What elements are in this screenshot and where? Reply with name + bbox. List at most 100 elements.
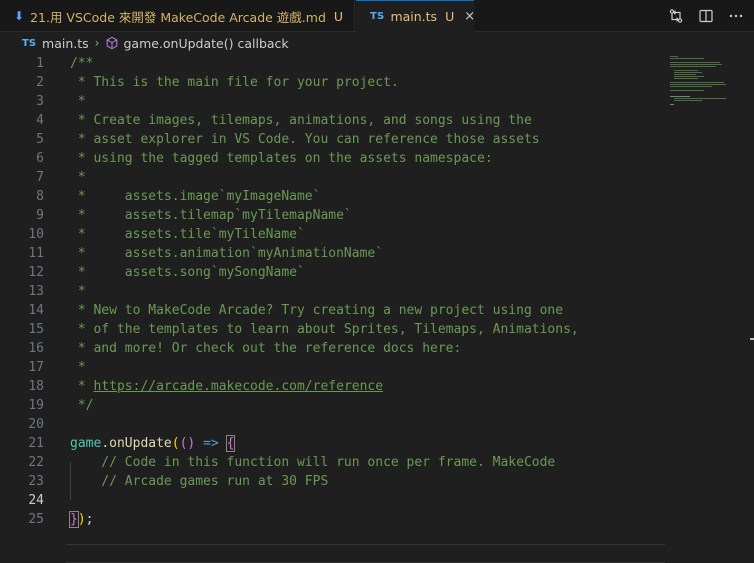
more-actions-icon[interactable] — [726, 6, 746, 26]
code-text: * assets.tile`myTileName` — [70, 227, 305, 242]
minimap-line — [670, 56, 678, 57]
code-text: // Code in this function will run once p… — [70, 455, 556, 470]
minimap-line — [670, 66, 716, 67]
tab-readme-md[interactable]: ⬇ 21.用 VSCode 來開發 MakeCode Arcade 遊戲.md … — [0, 0, 355, 32]
code-text: * assets.image`myImageName` — [70, 189, 321, 204]
minimap-line — [674, 78, 698, 79]
typescript-file-icon: TS — [22, 37, 37, 49]
code-line: 17 * — [0, 358, 665, 377]
token-params: () — [179, 436, 196, 451]
line-number: 14 — [28, 303, 44, 318]
tab-title: main.ts — [390, 9, 438, 24]
minimap-line — [670, 96, 690, 97]
code-line: 9 * assets.tilemap`myTilemapName` — [0, 206, 665, 225]
code-line: 10 * assets.tile`myTileName` — [0, 225, 665, 244]
line-number: 17 — [28, 360, 44, 375]
line-number: 15 — [28, 322, 44, 337]
code-text: }); — [69, 510, 94, 529]
code-line: 12 * assets.song`mySongName` — [0, 263, 665, 282]
code-line: 11 * assets.animation`myAnimationName` — [0, 244, 665, 263]
line-number: 7 — [36, 170, 44, 185]
code-text: * and more! Or check out the reference d… — [70, 341, 462, 356]
code-line: 1 /** — [0, 54, 665, 73]
code-line: 18 * https://arcade.makecode.com/referen… — [0, 377, 665, 396]
token-dot: . — [101, 436, 110, 451]
code-text: * Create images, tilemaps, animations, a… — [70, 113, 532, 128]
close-icon[interactable]: × — [464, 9, 475, 24]
code-line: 22 // Code in this function will run onc… — [0, 453, 665, 472]
code-line: 25}); — [0, 510, 665, 529]
line-number: 21 — [28, 436, 44, 451]
breadcrumb-file[interactable]: main.ts — [42, 36, 89, 51]
minimap-line — [670, 90, 704, 91]
minimap-line — [670, 58, 704, 59]
modified-badge: U — [333, 8, 344, 24]
editor-actions — [666, 6, 746, 26]
scrollbar-marker[interactable] — [750, 338, 754, 340]
download-arrow-icon: ⬇ — [14, 9, 25, 23]
line-number: 18 — [28, 379, 44, 394]
code-line: 7 * — [0, 168, 665, 187]
code-text: * — [70, 360, 86, 375]
code-line: 8 * assets.image`myImageName` — [0, 187, 665, 206]
line-number: 19 — [28, 398, 44, 413]
code-text: * https://arcade.makecode.com/reference — [70, 377, 383, 396]
line-number: 8 — [36, 189, 44, 204]
line-number: 10 — [28, 227, 44, 242]
code-text: * using the tagged templates on the asse… — [70, 151, 493, 166]
token-arrow: => — [195, 436, 227, 451]
line-number: 1 — [36, 56, 44, 71]
code-text: // Arcade games run at 30 FPS — [70, 474, 329, 489]
compare-changes-icon[interactable] — [666, 6, 686, 26]
token-close-paren: ) — [77, 512, 86, 527]
current-line-highlight — [66, 544, 665, 563]
line-number: 22 — [28, 455, 44, 470]
line-number: 25 — [28, 512, 44, 527]
minimap-line — [670, 84, 726, 85]
line-number: 3 — [36, 94, 44, 109]
code-text: * assets.animation`myAnimationName` — [70, 246, 384, 261]
code-line: 23 // Arcade games run at 30 FPS — [0, 472, 665, 491]
token-semicolon: ; — [85, 512, 94, 527]
code-line: 4 * Create images, tilemaps, animations,… — [0, 111, 665, 130]
line-number: 2 — [36, 75, 44, 90]
code-text: * — [70, 284, 86, 299]
modified-badge: U — [445, 9, 455, 24]
line-number: 24 — [28, 493, 44, 508]
code-text: * — [70, 170, 86, 185]
minimap-line — [674, 74, 696, 75]
minimap[interactable] — [670, 54, 744, 114]
code-line-current: 24 — [0, 491, 665, 510]
tab-main-ts[interactable]: TS main.ts U × — [356, 0, 475, 32]
line-number: 23 — [28, 474, 44, 489]
line-number: 5 — [36, 132, 44, 147]
line-number: 11 — [28, 246, 44, 261]
code-editor[interactable]: 1 /** 2 * This is the main file for your … — [0, 54, 754, 563]
minimap-line — [674, 72, 702, 73]
minimap-line — [674, 76, 704, 77]
line-number: 6 — [36, 151, 44, 166]
line-number: 16 — [28, 341, 44, 356]
tab-title: 21.用 VSCode 來開發 MakeCode Arcade 遊戲.md — [30, 9, 326, 25]
code-text: */ — [70, 398, 94, 413]
token-function: onUpdate — [109, 436, 172, 451]
reference-link[interactable]: https://arcade.makecode.com/reference — [93, 379, 383, 394]
method-cube-icon — [105, 36, 119, 50]
line-number: 13 — [28, 284, 44, 299]
comment-prefix: * — [70, 379, 94, 394]
breadcrumb-symbol[interactable]: game.onUpdate() callback — [123, 36, 288, 51]
minimap-line — [674, 98, 726, 99]
token-open-brace: { — [225, 435, 236, 452]
code-text: * — [70, 94, 86, 109]
minimap-line — [670, 104, 674, 105]
line-number: 4 — [36, 113, 44, 128]
code-line: 5 * asset explorer in VS Code. You can r… — [0, 130, 665, 149]
code-line: 20 — [0, 415, 665, 434]
code-text: * This is the main file for your project… — [70, 75, 399, 90]
code-text: * assets.song`mySongName` — [70, 265, 305, 280]
minimap-line — [674, 100, 702, 101]
split-editor-icon[interactable] — [696, 6, 716, 26]
minimap-line — [670, 86, 712, 87]
token-paren: ( — [171, 436, 180, 451]
code-line: 13 * — [0, 282, 665, 301]
